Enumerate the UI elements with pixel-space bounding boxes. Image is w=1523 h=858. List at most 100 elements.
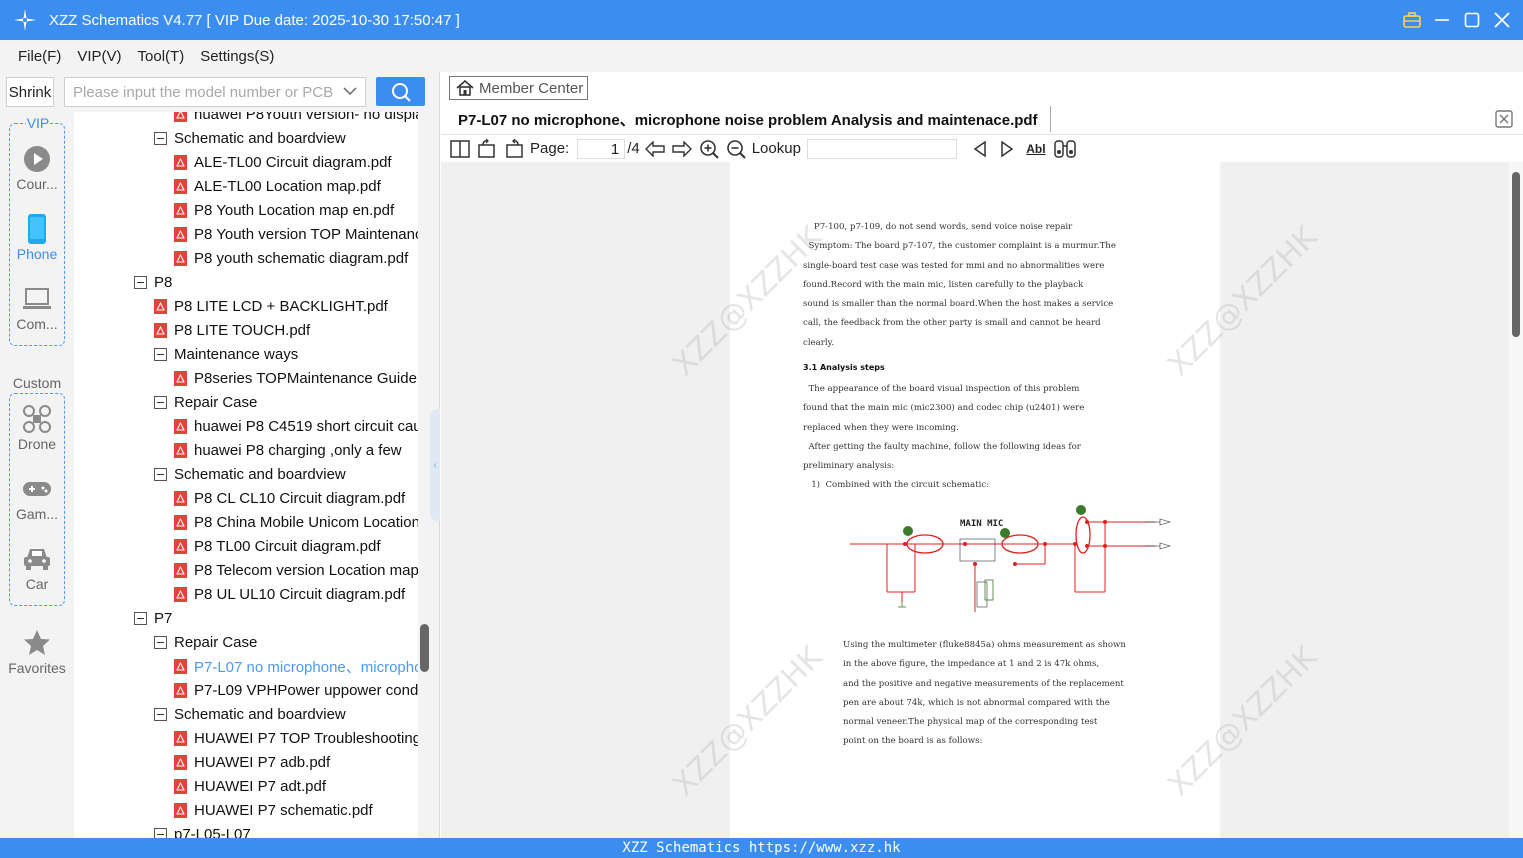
collapse-toggle-icon[interactable]: [154, 347, 167, 361]
tree-file-item[interactable]: HUAWEI P7 adt.pdf: [174, 774, 326, 798]
tree-file-item[interactable]: ALE-TL00 Circuit diagram.pdf: [174, 150, 392, 174]
pdf-file-icon: [174, 730, 187, 746]
tree-file-item[interactable]: P8 Telecom version Location map: [174, 558, 418, 582]
menu-file[interactable]: File(F): [18, 48, 61, 65]
tree-file-item[interactable]: P8 China Mobile Unicom Location: [174, 510, 418, 534]
minimize-button[interactable]: [1427, 0, 1457, 40]
category-label: Gam...: [15, 506, 58, 522]
maximize-button[interactable]: [1457, 0, 1487, 40]
viewer-panel: Member Center P7-L07 no microphone、micro…: [441, 72, 1523, 838]
tree-item-label: Schematic and boardview: [174, 129, 346, 147]
tree-item-label: P8 LITE LCD + BACKLIGHT.pdf: [174, 297, 388, 315]
briefcase-icon[interactable]: [1397, 0, 1427, 40]
tree-item-label: huawei P8 C4519 short circuit cause: [194, 417, 418, 435]
viewer-scrollbar-thumb[interactable]: [1512, 172, 1520, 337]
search-input[interactable]: Please input the model number or PCB: [64, 77, 366, 107]
tree-item-label: P8: [154, 273, 173, 291]
collapse-toggle-icon[interactable]: [134, 275, 147, 289]
left-panel: Shrink Please input the model number or …: [0, 72, 440, 838]
tree-file-item[interactable]: huawei P8 C4519 short circuit cause: [174, 414, 418, 438]
previous-page-icon[interactable]: [644, 138, 666, 160]
text-line: and the positive and negative measuremen…: [843, 678, 1124, 689]
menu-vip[interactable]: VIP(V): [77, 48, 121, 65]
pdf-file-icon: [174, 586, 187, 602]
page-number-input[interactable]: 1: [577, 138, 626, 159]
pdf-file-icon: [174, 250, 187, 266]
document-viewer[interactable]: P7-100, p7-109, do not send words, send …: [441, 162, 1523, 838]
lookup-input[interactable]: [806, 138, 957, 159]
category-courses[interactable]: Cour...: [0, 144, 74, 192]
laptop-icon: [0, 284, 74, 314]
collapse-panel-handle[interactable]: ‹: [430, 409, 440, 521]
collapse-toggle-icon[interactable]: [154, 827, 167, 838]
collapse-toggle-icon[interactable]: [154, 467, 167, 481]
search-button[interactable]: [376, 77, 425, 106]
category-phone[interactable]: Phone: [0, 214, 74, 262]
tree-folder-item[interactable]: Schematic and boardview: [154, 702, 346, 726]
zoom-out-icon[interactable]: [725, 138, 747, 160]
pdf-file-icon: [174, 682, 187, 698]
find-all-icon[interactable]: [1054, 138, 1076, 160]
find-previous-icon[interactable]: [969, 138, 991, 160]
tree-folder-item[interactable]: Schematic and boardview: [154, 462, 346, 486]
lookup-label: Lookup: [751, 140, 801, 157]
category-label: Cour...: [16, 176, 58, 192]
tree-file-item[interactable]: P8 LITE TOUCH.pdf: [154, 318, 310, 342]
tree-file-item[interactable]: HUAWEI P7 TOP Troubleshooting: [174, 726, 418, 750]
next-page-icon[interactable]: [671, 138, 693, 160]
tree-folder-item[interactable]: Maintenance ways: [154, 342, 298, 366]
rotate-left-icon[interactable]: [476, 138, 498, 160]
tree-folder-item[interactable]: Schematic and boardview: [154, 126, 346, 150]
tree-file-item[interactable]: P8 CL CL10 Circuit diagram.pdf: [174, 486, 405, 510]
category-drone[interactable]: Drone: [0, 404, 74, 452]
tree-file-item[interactable]: ALE-TL00 Location map.pdf: [174, 174, 381, 198]
tree-file-item[interactable]: huawei P8Youth version- no display: [174, 112, 418, 126]
collapse-toggle-icon[interactable]: [154, 131, 167, 145]
collapse-toggle-icon[interactable]: [154, 395, 167, 409]
rotate-right-icon[interactable]: [503, 138, 525, 160]
tree-file-item[interactable]: huawei P8 charging ,only a few: [174, 438, 402, 462]
tree-folder-item[interactable]: p7-L05-L07: [154, 822, 251, 838]
tree-file-item[interactable]: HUAWEI P7 adb.pdf: [174, 750, 330, 774]
tree-file-item[interactable]: P7-L07 no microphone、microphone: [174, 654, 418, 678]
pdf-file-icon: [174, 562, 187, 578]
tree-file-item[interactable]: P8 Youth Location map en.pdf: [174, 198, 394, 222]
tree-folder-item[interactable]: P7: [134, 606, 172, 630]
pdf-file-icon: [154, 322, 167, 338]
category-computer[interactable]: Com...: [0, 284, 74, 332]
collapse-toggle-icon[interactable]: [134, 611, 147, 625]
tree-file-item[interactable]: P8 LITE LCD + BACKLIGHT.pdf: [154, 294, 388, 318]
member-center-button[interactable]: Member Center: [449, 76, 588, 100]
close-tab-icon[interactable]: [1495, 110, 1513, 133]
tree-item-label: Repair Case: [174, 633, 258, 651]
tree-scrollbar-thumb[interactable]: [420, 624, 429, 672]
menu-settings[interactable]: Settings(S): [200, 48, 274, 65]
category-games[interactable]: Gam...: [0, 474, 74, 522]
tree-file-item[interactable]: P8series TOPMaintenance Guide: [174, 366, 417, 390]
tree-file-item[interactable]: P7-L09 VPHPower uppower cond: [174, 678, 418, 702]
tree-file-item[interactable]: P8 youth schematic diagram.pdf: [174, 246, 408, 270]
viewer-scrollbar[interactable]: [1509, 162, 1523, 838]
match-case-icon[interactable]: Abl: [1023, 138, 1049, 160]
menu-tool[interactable]: Tool(T): [138, 48, 185, 65]
tree-file-item[interactable]: P8 UL UL10 Circuit diagram.pdf: [174, 582, 405, 606]
tree-folder-item[interactable]: Repair Case: [154, 390, 257, 414]
category-car[interactable]: Car: [0, 544, 74, 592]
tree-file-item[interactable]: P8 TL00 Circuit diagram.pdf: [174, 534, 380, 558]
sidebar-toggle-icon[interactable]: [449, 138, 471, 160]
document-tab[interactable]: P7-L07 no microphone、microphone noise pr…: [449, 106, 1051, 132]
find-next-icon[interactable]: [996, 138, 1018, 160]
pdf-file-icon: [154, 298, 167, 314]
collapse-toggle-icon[interactable]: [154, 707, 167, 721]
close-button[interactable]: [1487, 0, 1517, 40]
tree-folder-item[interactable]: P8: [134, 270, 172, 294]
collapse-toggle-icon[interactable]: [154, 635, 167, 649]
tree-folder-item[interactable]: Repair Case: [154, 630, 257, 654]
shrink-button[interactable]: Shrink: [6, 77, 54, 107]
tree-file-item[interactable]: P8 Youth version TOP Maintenance: [174, 222, 418, 246]
chevron-down-icon[interactable]: [343, 84, 357, 102]
pdf-file-icon: [174, 226, 187, 242]
favorites-button[interactable]: Favorites: [0, 628, 74, 676]
tree-file-item[interactable]: HUAWEI P7 schematic.pdf: [174, 798, 373, 822]
zoom-in-icon[interactable]: [698, 138, 720, 160]
